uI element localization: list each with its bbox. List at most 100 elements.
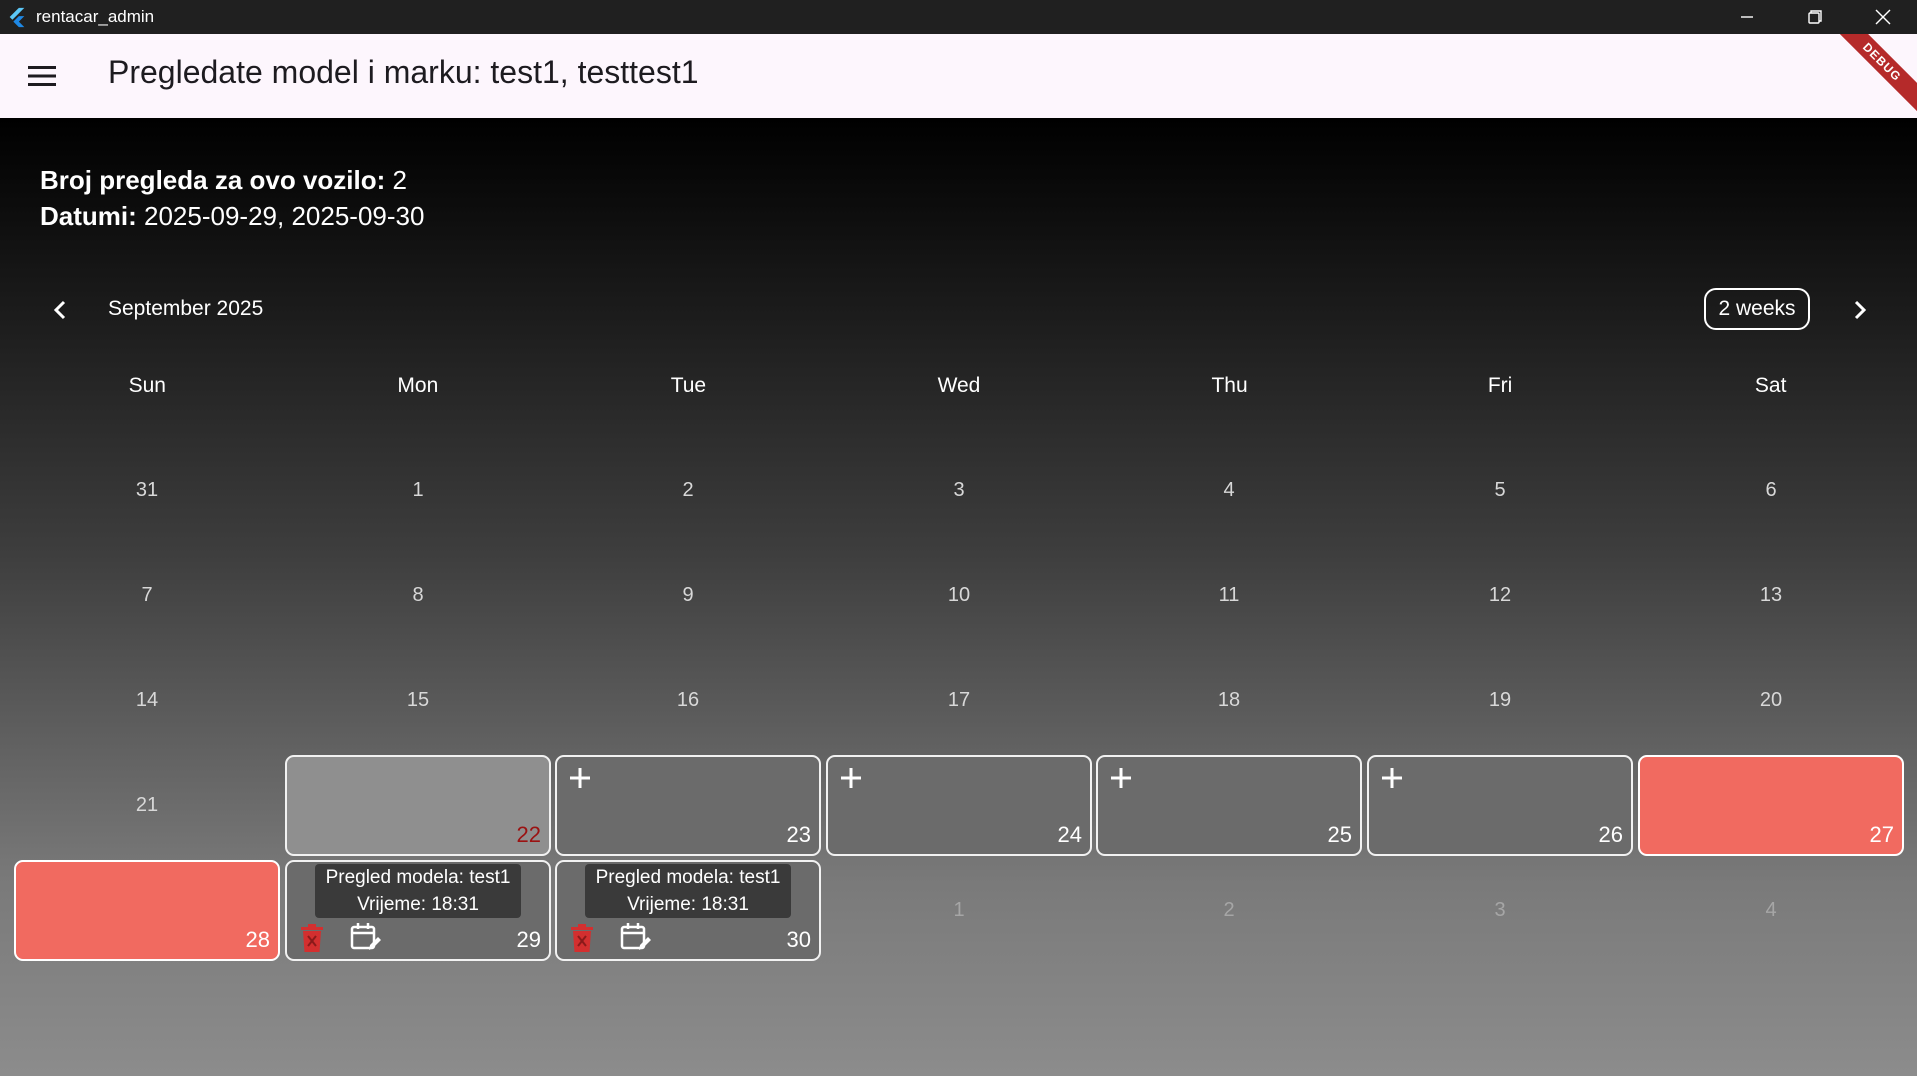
event-time: Vrijeme: 18:31 [357, 894, 479, 915]
window-titlebar: rentacar_admin [0, 0, 1917, 34]
window-controls [1713, 0, 1917, 34]
calendar-day-cell-outside[interactable]: 2 [1096, 860, 1362, 961]
calendar-week: 28 Pregled modela: test1 Vrijeme: 18:31 [12, 858, 1906, 963]
calendar-day-cell-event[interactable]: Pregled modela: test1 Vrijeme: 18:31 [555, 860, 821, 961]
calendar-week: 14 15 16 17 18 19 20 [12, 648, 1906, 753]
inspection-event[interactable]: Pregled modela: test1 Vrijeme: 18:31 [585, 864, 791, 918]
calendar-day-cell[interactable]: 21 [14, 755, 280, 856]
day-number: 2 [682, 479, 694, 501]
calendar-day-cell-available[interactable]: 23 [555, 755, 821, 856]
calendar-day-cell[interactable]: 16 [555, 650, 821, 751]
calendar-day-cell-outside[interactable]: 4 [1638, 860, 1904, 961]
edit-calendar-icon[interactable] [619, 921, 651, 953]
day-of-week-label: Fri [1487, 374, 1513, 397]
flutter-icon [9, 7, 25, 28]
day-number: 19 [1488, 689, 1512, 711]
calendar-day-cell[interactable]: 1 [285, 440, 551, 541]
calendar-day-cell[interactable]: 17 [826, 650, 1092, 751]
calendar-day-cell-today[interactable]: 22 [285, 755, 551, 856]
day-number: 1 [412, 479, 424, 501]
edit-calendar-icon[interactable] [349, 921, 381, 953]
day-number: 1 [953, 899, 965, 921]
calendar-day-cell[interactable]: 9 [555, 545, 821, 646]
day-number: 29 [516, 927, 541, 952]
day-number: 16 [676, 689, 700, 711]
calendar-day-cell[interactable]: 13 [1638, 545, 1904, 646]
calendar-day-cell-booked[interactable]: 28 [14, 860, 280, 961]
calendar-day-cell[interactable]: 3 [826, 440, 1092, 541]
inspection-count-row: Broj pregleda za ovo vozilo: 2 [40, 162, 424, 198]
delete-icon[interactable] [569, 923, 595, 953]
day-number: 30 [786, 927, 811, 952]
calendar-day-cell[interactable]: 8 [285, 545, 551, 646]
calendar-day-cell-booked[interactable]: 27 [1638, 755, 1904, 856]
day-of-week-label: Sun [128, 374, 166, 397]
day-number: 20 [1759, 689, 1783, 711]
window-title: rentacar_admin [36, 7, 155, 26]
day-number: 11 [1218, 584, 1240, 606]
calendar-day-cell-available[interactable]: 25 [1096, 755, 1362, 856]
day-number: 28 [245, 927, 270, 952]
calendar-header: September 2025 2 weeks [0, 282, 1917, 338]
day-number: 13 [1759, 584, 1783, 606]
calendar-day-cell[interactable]: 6 [1638, 440, 1904, 541]
close-icon [1875, 9, 1891, 25]
calendar-day-cell[interactable]: 14 [14, 650, 280, 751]
day-number: 5 [1494, 479, 1506, 501]
inspection-info: Broj pregleda za ovo vozilo: 2 Datumi: 2… [40, 162, 424, 234]
day-of-week-label: Sat [1754, 374, 1787, 397]
calendar-day-cell[interactable]: 11 [1096, 545, 1362, 646]
calendar-day-cell-available[interactable]: 24 [826, 755, 1092, 856]
plus-icon [1111, 768, 1131, 788]
calendar-day-cell-event[interactable]: Pregled modela: test1 Vrijeme: 18:31 [285, 860, 551, 961]
calendar-day-cell-outside[interactable]: 1 [826, 860, 1092, 961]
inspection-count-value: 2 [392, 165, 407, 195]
calendar-month-label: September 2025 [108, 297, 264, 320]
plus-icon [841, 768, 861, 788]
calendar-day-cell[interactable]: 18 [1096, 650, 1362, 751]
inspection-dates-label: Datumi: [40, 201, 137, 231]
minimize-button[interactable] [1713, 0, 1781, 34]
calendar-day-cell[interactable]: 7 [14, 545, 280, 646]
day-number: 23 [786, 822, 811, 847]
calendar-day-cell[interactable]: 5 [1367, 440, 1633, 541]
day-of-week-label: Thu [1211, 374, 1248, 397]
event-title: Pregled modela: test1 [595, 867, 781, 888]
add-inspection-button[interactable] [1108, 765, 1134, 791]
inspection-count-label: Broj pregleda za ovo vozilo: [40, 165, 386, 195]
calendar-day-cell[interactable]: 15 [285, 650, 551, 751]
calendar-day-cell[interactable]: 4 [1096, 440, 1362, 541]
add-inspection-button[interactable] [838, 765, 864, 791]
minimize-icon [1741, 16, 1753, 18]
day-number: 22 [516, 822, 541, 847]
calendar-day-cell[interactable]: 20 [1638, 650, 1904, 751]
previous-month-button[interactable] [40, 290, 80, 330]
calendar-day-cell-outside[interactable]: 3 [1367, 860, 1633, 961]
plus-icon [1382, 768, 1402, 788]
add-inspection-button[interactable] [567, 765, 593, 791]
calendar-day-cell[interactable]: 2 [555, 440, 821, 541]
add-inspection-button[interactable] [1379, 765, 1405, 791]
inspection-event[interactable]: Pregled modela: test1 Vrijeme: 18:31 [315, 864, 521, 918]
calendar-day-cell[interactable]: 19 [1367, 650, 1633, 751]
calendar-day-cell[interactable]: 10 [826, 545, 1092, 646]
day-number: 3 [1494, 899, 1506, 921]
day-number: 12 [1488, 584, 1512, 606]
delete-icon[interactable] [299, 923, 325, 953]
day-number: 24 [1057, 822, 1082, 847]
day-number: 4 [1765, 899, 1777, 921]
day-number: 10 [947, 584, 971, 606]
main-content: Broj pregleda za ovo vozilo: 2 Datumi: 2… [0, 118, 1917, 1076]
restore-button[interactable] [1781, 0, 1849, 34]
next-month-button[interactable] [1840, 290, 1880, 330]
menu-button[interactable] [20, 56, 64, 96]
calendar-format-button[interactable]: 2 weeks [1704, 288, 1810, 330]
calendar-day-cell[interactable]: 31 [14, 440, 280, 541]
day-of-week-label: Tue [670, 374, 707, 397]
calendar-week: 7 8 9 10 11 12 13 [12, 543, 1906, 648]
calendar-week: 31 1 2 3 4 5 6 [12, 438, 1906, 543]
app-bar: Pregledate model i marku: test1, testtes… [0, 34, 1917, 118]
close-button[interactable] [1849, 0, 1917, 34]
calendar-day-cell-available[interactable]: 26 [1367, 755, 1633, 856]
calendar-day-cell[interactable]: 12 [1367, 545, 1633, 646]
